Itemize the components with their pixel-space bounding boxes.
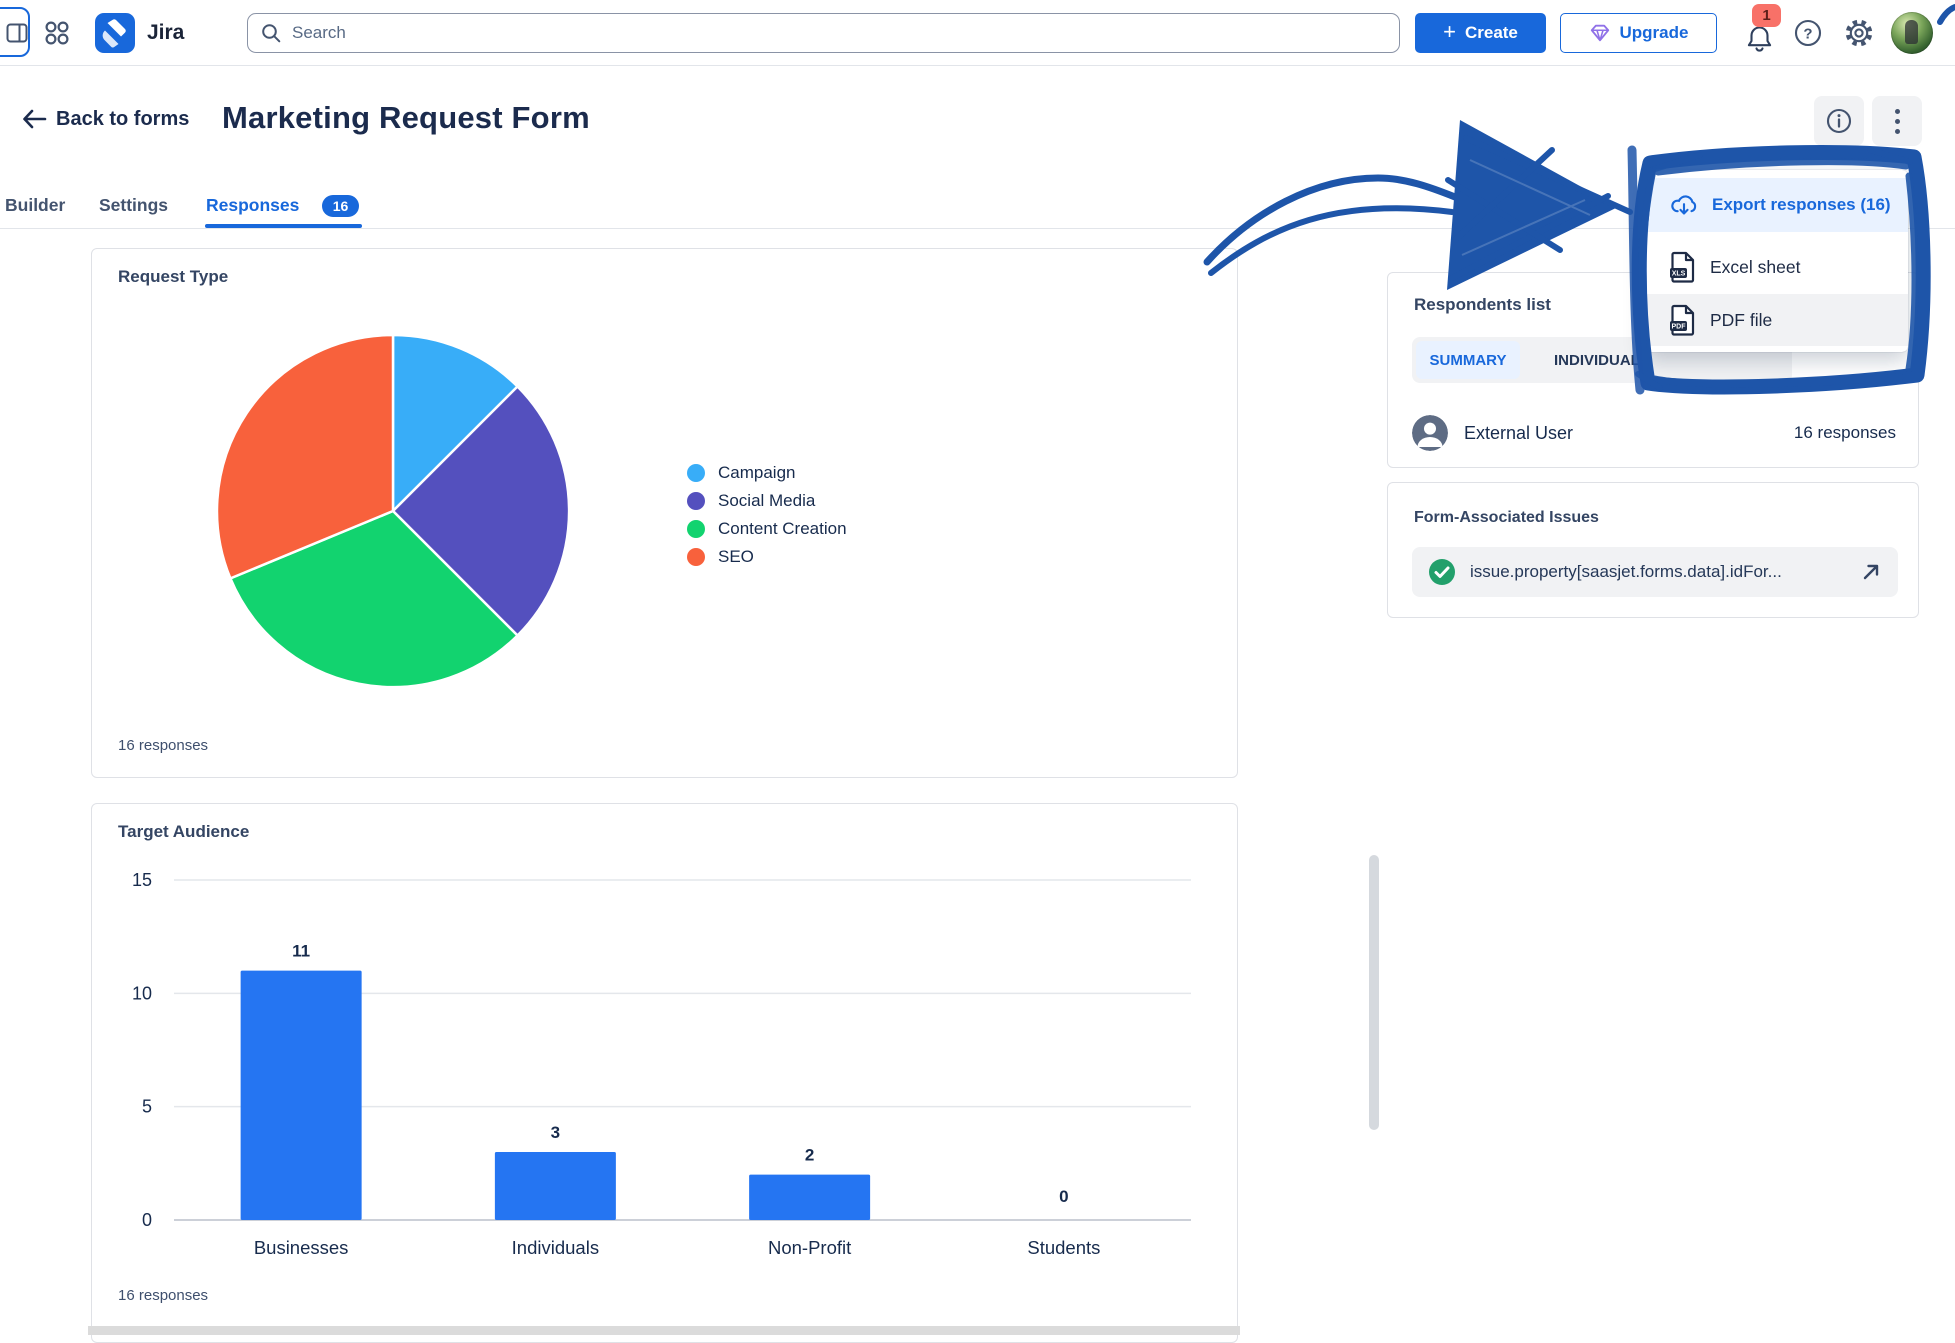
legend-color-dot — [687, 492, 705, 510]
y-tick-label: 5 — [142, 1097, 152, 1117]
export-dropdown-menu: Export responses (16) XLS Excel sheet PD… — [1645, 170, 1908, 352]
notification-badge: 1 — [1752, 4, 1781, 27]
export-pdf-menu-item[interactable]: PDF PDF file — [1645, 294, 1908, 346]
bar-non-profit — [749, 1175, 870, 1220]
y-tick-label: 0 — [142, 1210, 152, 1230]
bar-chart: 15 10 5 0 11 Businesses 3 Individuals 2 Non-Profi… — [92, 804, 1237, 1324]
create-button-label: Create — [1465, 23, 1518, 43]
user-avatar-icon — [1412, 415, 1448, 451]
export-excel-menu-item[interactable]: XLS Excel sheet — [1645, 240, 1908, 294]
upgrade-button[interactable]: Upgrade — [1560, 13, 1717, 53]
export-responses-menu-item[interactable]: Export responses (16) — [1645, 178, 1908, 232]
legend-color-dot — [687, 548, 705, 566]
target-audience-card: Target Audience 15105011Businesses3Indiv… — [91, 803, 1238, 1343]
bar-businesses — [241, 971, 362, 1220]
help-icon[interactable]: ? — [1792, 17, 1824, 49]
info-button[interactable] — [1814, 96, 1864, 146]
avatar-photo — [1905, 20, 1918, 44]
back-to-forms-link[interactable]: Back to forms — [20, 107, 189, 131]
legend-item: Campaign — [687, 459, 847, 487]
legend-label: SEO — [718, 547, 754, 567]
legend-item: SEO — [687, 543, 847, 571]
export-responses-label: Export responses (16) — [1712, 195, 1891, 215]
responses-count-badge: 16 — [322, 195, 359, 217]
tab-settings[interactable]: Settings — [99, 195, 168, 216]
legend-item: Social Media — [687, 487, 847, 515]
open-external-icon — [1860, 561, 1882, 583]
hand-drawn-arrow-head — [1447, 120, 1630, 290]
create-button[interactable]: + Create — [1415, 13, 1546, 53]
respondents-title: Respondents list — [1414, 295, 1551, 315]
excel-sheet-label: Excel sheet — [1710, 257, 1800, 278]
hand-drawn-arrow-tail — [1207, 178, 1455, 262]
y-tick-label: 15 — [132, 870, 152, 890]
more-actions-button[interactable] — [1872, 96, 1922, 146]
legend-color-dot — [687, 464, 705, 482]
top-navigation-bar: Jira Search + Create Upgrade 1 ? — [0, 0, 1955, 66]
bar-category-label: Non-Profit — [768, 1237, 851, 1258]
legend-label: Campaign — [718, 463, 796, 483]
issues-title: Form-Associated Issues — [1414, 509, 1599, 527]
pie-responses-count: 16 responses — [118, 737, 208, 754]
legend-color-dot — [687, 520, 705, 538]
plus-icon: + — [1443, 19, 1456, 45]
bar-value-label: 2 — [805, 1146, 814, 1165]
search-icon — [260, 22, 282, 44]
back-to-forms-label: Back to forms — [56, 108, 189, 131]
notifications-button[interactable]: 1 — [1738, 14, 1782, 58]
bar-individuals — [495, 1152, 616, 1220]
bar-value-label: 3 — [551, 1123, 560, 1142]
back-arrow-icon — [20, 107, 47, 131]
pie-chart-title: Request Type — [118, 267, 228, 287]
search-input[interactable]: Search — [247, 13, 1400, 53]
issue-property-text: issue.property[saasjet.forms.data].idFor… — [1470, 562, 1782, 582]
search-placeholder: Search — [292, 23, 346, 43]
svg-text:PDF: PDF — [1672, 324, 1687, 331]
tab-builder[interactable]: Builder — [5, 195, 65, 216]
page-title: Marketing Request Form — [222, 100, 590, 136]
app-switcher-icon[interactable] — [44, 20, 70, 46]
cloud-download-icon — [1669, 192, 1699, 219]
tab-summary[interactable]: SUMMARY — [1416, 341, 1520, 379]
issue-link-chip[interactable]: issue.property[saasjet.forms.data].idFor… — [1412, 547, 1898, 597]
pdf-file-label: PDF file — [1710, 310, 1772, 331]
bar-value-label: 11 — [292, 942, 310, 961]
xls-file-icon: XLS — [1669, 251, 1697, 283]
respondent-row[interactable]: External User 16 responses — [1412, 413, 1896, 453]
request-type-card: Request Type Campaign Social Media Content… — [91, 248, 1238, 778]
bell-icon — [1746, 24, 1773, 52]
pdf-file-icon: PDF — [1669, 304, 1697, 336]
collapse-sidebar-button[interactable] — [0, 7, 30, 57]
gem-icon — [1589, 22, 1611, 44]
bar-responses-count: 16 responses — [118, 1287, 208, 1304]
tab-individual[interactable]: INDIVIDUAL — [1554, 352, 1640, 369]
pie-chart — [215, 333, 571, 689]
y-tick-label: 10 — [132, 983, 152, 1003]
info-icon — [1826, 108, 1852, 134]
svg-text:XLS: XLS — [1672, 271, 1686, 278]
pie-legend: Campaign Social Media Content Creation SEO — [687, 459, 847, 571]
legend-label: Content Creation — [718, 519, 847, 539]
bar-category-label: Businesses — [254, 1237, 349, 1258]
check-circle-icon — [1428, 558, 1456, 586]
bar-value-label: 0 — [1059, 1187, 1068, 1206]
settings-gear-icon[interactable] — [1842, 16, 1876, 50]
legend-item: Content Creation — [687, 515, 847, 543]
svg-text:?: ? — [1803, 26, 1812, 43]
upgrade-button-label: Upgrade — [1620, 23, 1689, 43]
vertical-scrollbar-thumb[interactable] — [1369, 855, 1379, 1130]
legend-label: Social Media — [718, 491, 815, 511]
jira-logo[interactable] — [95, 13, 135, 53]
tab-responses[interactable]: Responses — [206, 195, 299, 216]
respondent-response-count: 16 responses — [1794, 423, 1896, 443]
sidebar-icon — [6, 22, 28, 44]
jira-logo-glyph — [95, 13, 135, 53]
app-name: Jira — [147, 21, 184, 45]
horizontal-scrollbar[interactable] — [88, 1326, 1240, 1335]
form-associated-issues-card: Form-Associated Issues issue.property[sa… — [1387, 482, 1919, 618]
bar-category-label: Students — [1027, 1237, 1100, 1258]
bar-category-label: Individuals — [512, 1237, 599, 1258]
respondent-name: External User — [1464, 423, 1573, 444]
user-avatar[interactable] — [1891, 12, 1933, 54]
